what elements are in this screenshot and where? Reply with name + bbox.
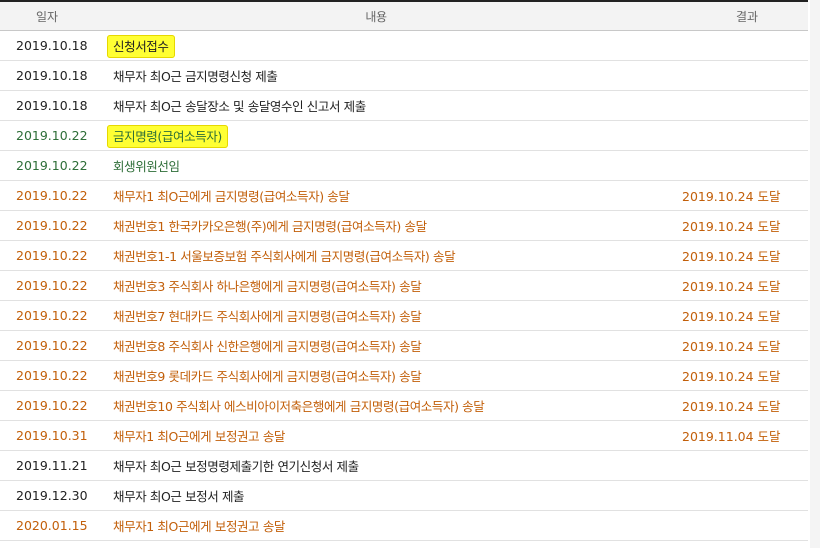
row-result: 2019.10.24 도달 [682, 249, 781, 264]
row-content: 채권번호1 한국카카오은행(주)에게 금지명령(급여소득자) 송달 [96, 216, 656, 235]
row-result: 2019.10.24 도달 [682, 189, 781, 204]
table-row: 2019.10.22 채권번호8 주식회사 신한은행에게 금지명령(급여소득자) … [0, 331, 808, 361]
table-row: 2019.10.22 채권번호7 현대카드 주식회사에게 금지명령(급여소득자) … [0, 301, 808, 331]
table-row: 2019.10.22 채권번호10 주식회사 에스비아이저축은행에게 금지명령(급… [0, 391, 808, 421]
header-result: 결과 [735, 9, 759, 24]
case-progress-table: 일자 내용 결과 2019.10.18 신청서접수 2019.10.18 채무자 최O… [0, 0, 808, 541]
row-content: 채권번호8 주식회사 신한은행에게 금지명령(급여소득자) 송달 [96, 336, 656, 355]
table-row: 2019.10.18 신청서접수 [0, 31, 808, 61]
content-text: 채권번호9 롯데카드 주식회사에게 금지명령(급여소득자) 송달 [113, 369, 422, 384]
row-date: 2019.10.18 [16, 38, 88, 53]
row-content: 채무자1 최O근에게 금지명령(급여소득자) 송달 [96, 186, 656, 205]
row-content: 회생위원선임 [96, 156, 656, 175]
table-row: 2019.10.18 채무자 최O근 송달장소 및 송달영수인 신고서 제출 [0, 91, 808, 121]
row-result: 2019.10.24 도달 [682, 219, 781, 234]
content-text: 채무자1 최O근에게 보정권고 송달 [113, 519, 286, 534]
row-content: 채무자1 최O근에게 보정권고 송달 [96, 426, 656, 445]
content-text: 채무자 최O근 보정명령제출기한 연기신청서 제출 [113, 459, 359, 474]
table-row: 2019.10.22 채권번호1-1 서울보증보험 주식회사에게 금지명령(급여소… [0, 241, 808, 271]
row-result: 2019.10.24 도달 [682, 369, 781, 384]
row-date: 2019.12.30 [16, 488, 88, 503]
highlighted-content: 신청서접수 [107, 35, 175, 58]
row-date: 2019.10.22 [16, 248, 88, 263]
row-content: 채무자 최O근 송달장소 및 송달영수인 신고서 제출 [96, 96, 656, 115]
row-content: 채무자 최O근 보정명령제출기한 연기신청서 제출 [96, 456, 656, 475]
table-header: 일자 내용 결과 [0, 0, 808, 31]
row-date: 2019.10.22 [16, 308, 88, 323]
row-content: 채무자 최O근 보정서 제출 [96, 486, 656, 505]
table-row: 2019.12.30 채무자 최O근 보정서 제출 [0, 481, 808, 511]
row-date: 2019.10.22 [16, 368, 88, 383]
table-row: 2019.10.22 채권번호3 주식회사 하나은행에게 금지명령(급여소득자) … [0, 271, 808, 301]
content-text: 채권번호8 주식회사 신한은행에게 금지명령(급여소득자) 송달 [113, 339, 422, 354]
row-content: 채권번호3 주식회사 하나은행에게 금지명령(급여소득자) 송달 [96, 276, 656, 295]
table-row: 2019.10.22 채권번호1 한국카카오은행(주)에게 금지명령(급여소득자)… [0, 211, 808, 241]
table-row: 2019.10.22 채권번호9 롯데카드 주식회사에게 금지명령(급여소득자) … [0, 361, 808, 391]
row-date: 2019.10.22 [16, 128, 88, 143]
row-date: 2019.10.22 [16, 188, 88, 203]
row-date: 2019.11.21 [16, 458, 88, 473]
row-content: 채권번호9 롯데카드 주식회사에게 금지명령(급여소득자) 송달 [96, 366, 656, 385]
content-text: 채무자1 최O근에게 보정권고 송달 [113, 429, 286, 444]
content-text: 채권번호7 현대카드 주식회사에게 금지명령(급여소득자) 송달 [113, 309, 422, 324]
content-text: 채권번호10 주식회사 에스비아이저축은행에게 금지명령(급여소득자) 송달 [113, 399, 485, 414]
row-result: 2019.10.24 도달 [682, 339, 781, 354]
row-result: 2019.11.04 도달 [682, 429, 781, 444]
table-row: 2019.10.31 채무자1 최O근에게 보정권고 송달 2019.11.04 도… [0, 421, 808, 451]
table-row: 2019.10.22 채무자1 최O근에게 금지명령(급여소득자) 송달 2019.… [0, 181, 808, 211]
row-date: 2019.10.31 [16, 428, 88, 443]
scrollbar[interactable] [810, 0, 820, 548]
table-row: 2020.01.15 채무자1 최O근에게 보정권고 송달 [0, 511, 808, 541]
content-text: 채무자1 최O근에게 금지명령(급여소득자) 송달 [113, 189, 350, 204]
table-row: 2019.11.21 채무자 최O근 보정명령제출기한 연기신청서 제출 [0, 451, 808, 481]
header-date: 일자 [36, 9, 59, 24]
table-row: 2019.10.18 채무자 최O근 금지명령신청 제출 [0, 61, 808, 91]
row-date: 2019.10.22 [16, 278, 88, 293]
row-result: 2019.10.24 도달 [682, 279, 781, 294]
row-content: 금지명령(급여소득자) [96, 125, 656, 148]
content-text: 채권번호1 한국카카오은행(주)에게 금지명령(급여소득자) 송달 [113, 219, 427, 234]
table-body: 2019.10.18 신청서접수 2019.10.18 채무자 최O근 금지명령신청 … [0, 31, 808, 541]
content-text: 채권번호1-1 서울보증보험 주식회사에게 금지명령(급여소득자) 송달 [113, 249, 456, 264]
row-date: 2019.10.22 [16, 158, 88, 173]
row-content: 채권번호10 주식회사 에스비아이저축은행에게 금지명령(급여소득자) 송달 [96, 396, 656, 415]
row-content: 채권번호1-1 서울보증보험 주식회사에게 금지명령(급여소득자) 송달 [96, 246, 656, 265]
highlighted-content: 금지명령(급여소득자) [107, 125, 228, 148]
row-date: 2019.10.22 [16, 338, 88, 353]
row-content: 채권번호7 현대카드 주식회사에게 금지명령(급여소득자) 송달 [96, 306, 656, 325]
row-content: 신청서접수 [96, 35, 656, 58]
row-result: 2019.10.24 도달 [682, 309, 781, 324]
content-text: 채무자 최O근 보정서 제출 [113, 489, 245, 504]
row-result: 2019.10.24 도달 [682, 399, 781, 414]
content-text: 채권번호3 주식회사 하나은행에게 금지명령(급여소득자) 송달 [113, 279, 422, 294]
row-content: 채무자 최O근 금지명령신청 제출 [96, 66, 656, 85]
table-row: 2019.10.22 금지명령(급여소득자) [0, 121, 808, 151]
row-date: 2019.10.18 [16, 68, 88, 83]
row-content: 채무자1 최O근에게 보정권고 송달 [96, 516, 656, 535]
table-row: 2019.10.22 회생위원선임 [0, 151, 808, 181]
row-date: 2020.01.15 [16, 518, 88, 533]
content-text: 회생위원선임 [113, 159, 180, 174]
header-content: 내용 [365, 9, 387, 24]
row-date: 2019.10.22 [16, 218, 88, 233]
row-date: 2019.10.18 [16, 98, 88, 113]
content-text: 채무자 최O근 송달장소 및 송달영수인 신고서 제출 [113, 99, 366, 114]
content-text: 채무자 최O근 금지명령신청 제출 [113, 69, 278, 84]
row-date: 2019.10.22 [16, 398, 88, 413]
